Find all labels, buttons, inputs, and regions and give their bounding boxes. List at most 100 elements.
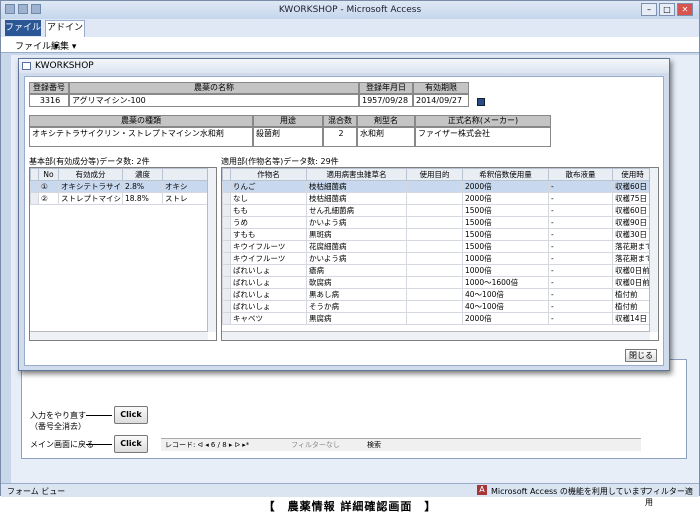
table-row[interactable]: ばれいしょ 黒あし病 40〜100倍 - 植付前 [222,288,653,301]
col-header[interactable]: No [38,168,59,181]
table-cell[interactable]: - [548,228,613,241]
table-cell[interactable]: 枝枯細菌病 [306,192,407,205]
reset-click-button[interactable]: Click [114,406,148,424]
table-cell[interactable]: 落花期まで [612,252,653,265]
table-cell[interactable]: 枝枯細菌病 [306,180,407,193]
col-header[interactable]: 使用時 [612,168,653,181]
row-selector[interactable] [222,180,231,193]
table-row[interactable]: すもも 黒斑病 1500倍 - 収穫30日 [222,228,653,241]
table-row[interactable]: キウイフルーツ かいよう病 1000倍 - 落花期まで [222,252,653,265]
col-header[interactable]: 希釈倍数使用量 [462,168,549,181]
table-cell[interactable]: 植付前 [612,300,653,313]
table-cell[interactable] [406,228,463,241]
back-click-button[interactable]: Click [114,435,148,453]
table-cell[interactable]: かいよう病 [306,216,407,229]
table-cell[interactable]: 1500倍 [462,216,549,229]
table-cell[interactable]: - [548,312,613,325]
row-selector[interactable] [222,252,231,265]
table-row[interactable]: キャベツ 黒腐病 2000倍 - 収穫14日 [222,312,653,325]
table-cell[interactable] [406,240,463,253]
table-cell[interactable]: ① [38,180,59,193]
table-cell[interactable]: すもも [230,228,307,241]
table-cell[interactable]: オキシテトラサイクリン [58,180,123,193]
table-row[interactable]: うめ かいよう病 1500倍 - 収穫90日 [222,216,653,229]
table-cell[interactable] [406,264,463,277]
table-cell[interactable]: 軟腐病 [306,276,407,289]
row-selector[interactable] [222,216,231,229]
table-cell[interactable]: 収穫14日 [612,312,653,325]
table-cell[interactable]: キウイフルーツ [230,252,307,265]
table-cell[interactable]: 1500倍 [462,240,549,253]
table-cell[interactable]: 収穫75日 [612,192,653,205]
table-cell[interactable]: - [548,192,613,205]
col-header[interactable]: 適用病害虫雑草名 [306,168,407,181]
row-selector[interactable] [222,276,231,289]
table-cell[interactable]: ばれいしょ [230,288,307,301]
table-cell[interactable] [406,180,463,193]
table-cell[interactable]: 1000倍 [462,264,549,277]
table-cell[interactable]: 収穫90日 [612,216,653,229]
table-cell[interactable]: - [548,240,613,253]
table-cell[interactable]: ばれいしょ [230,264,307,277]
table-cell[interactable]: 2000倍 [462,180,549,193]
table-cell[interactable]: 収穫60日 [612,180,653,193]
col-header[interactable]: 有効成分 [58,168,123,181]
table-cell[interactable]: 植付前 [612,288,653,301]
row-selector[interactable] [30,180,39,193]
table-cell[interactable]: 黒あし病 [306,288,407,301]
table-cell[interactable]: - [548,204,613,217]
table-cell[interactable] [406,252,463,265]
table-cell[interactable]: - [548,300,613,313]
horizontal-scrollbar[interactable] [30,331,208,340]
table-cell[interactable]: ストレ [162,192,209,205]
table-cell[interactable] [406,312,463,325]
row-selector[interactable] [222,300,231,313]
table-cell[interactable]: 1000〜1600倍 [462,276,549,289]
table-cell[interactable]: 瘡病 [306,264,407,277]
row-selector[interactable] [222,192,231,205]
table-cell[interactable]: 18.8% [122,192,163,205]
table-cell[interactable]: - [548,264,613,277]
col-header[interactable]: 濃度 [122,168,163,181]
table-cell[interactable]: ばれいしょ [230,300,307,313]
table-row[interactable]: なし 枝枯細菌病 2000倍 - 収穫75日 [222,192,653,205]
table-cell[interactable]: 収穫0日前 [612,276,653,289]
table-cell[interactable]: ② [38,192,59,205]
table-cell[interactable]: 収穫60日 [612,204,653,217]
table-cell[interactable]: りんご [230,180,307,193]
table-row[interactable]: もも せん孔細菌病 1500倍 - 収穫60日 [222,204,653,217]
table-cell[interactable]: うめ [230,216,307,229]
record-position[interactable]: レコード: ᐊ ◂ 6 / 8 ▸ ᐅ ▸* [165,440,249,450]
close-button[interactable]: 閉じる [625,349,657,362]
tab-addin[interactable]: アドイン [45,20,85,37]
table-row[interactable]: キウイフルーツ 花腐細菌病 1500倍 - 落花期まで [222,240,653,253]
table-cell[interactable]: かいよう病 [306,252,407,265]
row-selector[interactable] [30,192,39,205]
table-cell[interactable]: 黒腐病 [306,312,407,325]
table-cell[interactable]: 1500倍 [462,228,549,241]
table-cell[interactable] [406,276,463,289]
table-cell[interactable]: - [548,288,613,301]
col-header[interactable] [162,168,209,181]
table-cell[interactable]: 収穫0日前 [612,264,653,277]
table-cell[interactable]: - [548,180,613,193]
calendar-icon[interactable] [477,98,485,106]
table-cell[interactable]: せん孔細菌病 [306,204,407,217]
table-cell[interactable]: もも [230,204,307,217]
table-cell[interactable]: 落花期まで [612,240,653,253]
table-row[interactable]: りんご 枝枯細菌病 2000倍 - 収穫60日 [222,180,653,193]
table-cell[interactable]: キャベツ [230,312,307,325]
horizontal-scrollbar[interactable] [222,331,650,340]
table-cell[interactable]: 収穫30日 [612,228,653,241]
table-row[interactable]: ②ストレプトマイシン硫酸塩18.8%ストレ [30,192,209,205]
table-cell[interactable]: 40〜100倍 [462,300,549,313]
table-cell[interactable]: 花腐細菌病 [306,240,407,253]
table-cell[interactable]: 2000倍 [462,312,549,325]
table-cell[interactable]: ストレプトマイシン硫酸塩 [58,192,123,205]
minimize-button[interactable]: – [641,3,657,16]
row-selector[interactable] [222,312,231,325]
col-header[interactable]: 散布液量 [548,168,613,181]
table-cell[interactable]: そうか病 [306,300,407,313]
table-cell[interactable]: 2.8% [122,180,163,193]
table-cell[interactable]: ばれいしょ [230,276,307,289]
